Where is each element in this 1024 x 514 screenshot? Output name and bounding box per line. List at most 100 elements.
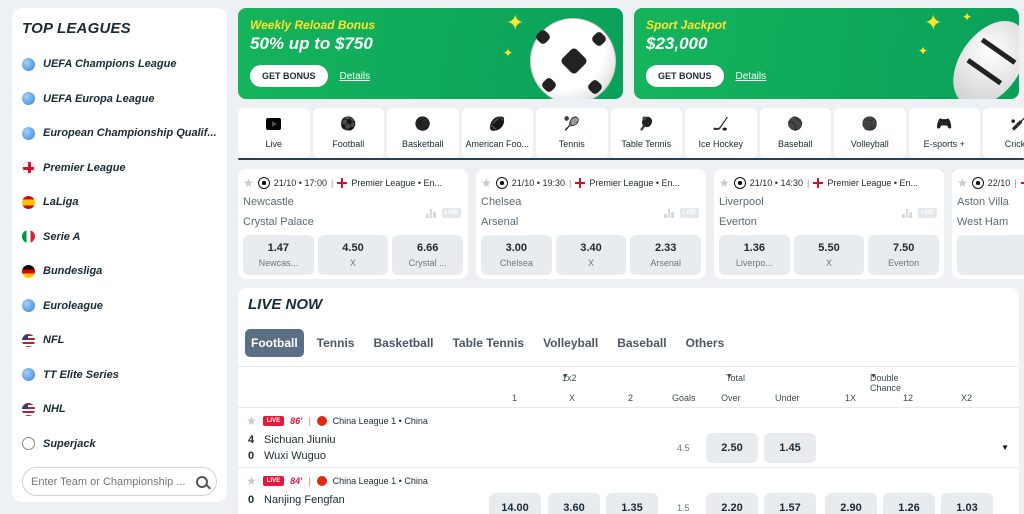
odds-label: X	[826, 258, 833, 268]
live-match-row[interactable]: ★ LIVE 86' | China League 1 • China 4 Sichuan …	[238, 408, 1019, 468]
england-flag-icon	[337, 178, 348, 188]
league-item[interactable]: Euroleague	[22, 289, 217, 324]
sport-tab[interactable]: 🏈 American Foo...	[461, 108, 533, 158]
live-tab[interactable]: Football	[245, 329, 304, 357]
sparkle-icon: ✦	[924, 10, 943, 35]
odds-button[interactable]: 5.50 X	[793, 235, 865, 275]
odds-button[interactable]: 1.95Aston V...	[957, 235, 1024, 275]
sport-label: American Foo...	[465, 139, 530, 149]
favorite-star-icon[interactable]: ★	[719, 176, 730, 190]
odds-button[interactable]: 3.00 Chelsea	[481, 235, 552, 275]
live-tab[interactable]: Baseball	[611, 329, 672, 357]
league-label: TT Elite Series	[43, 368, 119, 381]
match-date: 22/10	[987, 178, 1011, 188]
odds-button[interactable]: 3.60	[548, 493, 600, 514]
globe-icon	[22, 368, 35, 382]
globe-icon	[22, 126, 35, 140]
sport-tab[interactable]: 🏐 Volleyball	[834, 108, 906, 158]
sidebar: TOP LEAGUES UEFA Champions League UEFA Eu…	[12, 8, 227, 502]
odds-button[interactable]: 1.35	[606, 493, 658, 514]
sport-tab[interactable]: 🏏 Cricket	[983, 108, 1024, 158]
league-item[interactable]: UEFA Europa League	[22, 82, 217, 117]
hockey-icon: 🏒	[712, 116, 729, 131]
sport-tab[interactable]: 🏒 Ice Hockey	[685, 108, 757, 158]
col-x2: X2	[961, 393, 973, 403]
odds-button[interactable]: 3.40 X	[555, 235, 627, 275]
live-tab[interactable]: Table Tennis	[446, 329, 530, 357]
league-item[interactable]: NFL	[22, 323, 217, 358]
sport-tab[interactable]: 🏓 Table Tennis	[610, 108, 682, 158]
match-card[interactable]: ★ 22/10| Aston Villa West Ham 1.95Aston V...	[952, 169, 1024, 279]
league-label: NFL	[43, 334, 65, 347]
favorite-star-icon[interactable]: ★	[481, 176, 492, 190]
flag-icon	[22, 264, 35, 278]
odds-button[interactable]: 2.50	[706, 433, 758, 463]
league-item[interactable]: NHL	[22, 392, 217, 427]
league-item[interactable]: Superjack	[22, 427, 217, 462]
live-tab[interactable]: Tennis	[311, 329, 361, 357]
odds-button[interactable]: 14.00	[489, 493, 541, 514]
odds-button[interactable]: 2.33 Arsenal	[630, 235, 702, 275]
league-item[interactable]: European Championship Qualif...	[22, 116, 217, 151]
odds-button[interactable]: 7.50 Everton	[868, 235, 940, 275]
sports-nav-scrollbar[interactable]	[238, 158, 1024, 160]
search-input[interactable]	[31, 475, 196, 488]
match-card[interactable]: ★ 21/10 • 14:30 | Premier League • En... Liv…	[714, 169, 944, 279]
league-item[interactable]: LaLiga	[22, 185, 217, 220]
league-item[interactable]: Serie A	[22, 220, 217, 255]
soccer-ball-icon	[530, 18, 616, 99]
odds-button[interactable]: 4.50 X	[317, 235, 389, 275]
odds-button[interactable]: 1.45	[764, 433, 816, 463]
sport-tab[interactable]: Live	[238, 108, 310, 158]
league-item[interactable]: TT Elite Series	[22, 358, 217, 393]
stats-icon[interactable]	[664, 209, 675, 218]
stats-icon[interactable]	[426, 209, 437, 218]
sport-tab[interactable]: ⚽ Football	[312, 108, 384, 158]
favorite-star-icon[interactable]: ★	[246, 474, 257, 488]
search-icon[interactable]	[196, 475, 208, 488]
odds-button[interactable]: 1.36 Liverpo...	[719, 235, 790, 275]
stats-icon[interactable]	[902, 209, 913, 218]
details-link[interactable]: Details	[736, 71, 767, 82]
sport-tab[interactable]: 🎮 E-sports +	[908, 108, 980, 158]
odds-button[interactable]: 1.03	[941, 493, 993, 514]
live-match-row[interactable]: ★ LIVE 84' | China League 1 • China 0 Nanjing …	[238, 468, 1019, 514]
sport-tab[interactable]: ⚾ Baseball	[759, 108, 831, 158]
flag-icon	[22, 437, 35, 451]
search-box[interactable]	[22, 467, 217, 496]
sport-label: Basketball	[401, 139, 444, 149]
baseball-icon: ⚾	[787, 116, 804, 131]
cricket-icon: 🏏	[1010, 116, 1024, 131]
expand-chevron-icon[interactable]: ▼	[1001, 443, 1009, 452]
match-card[interactable]: ★ 21/10 • 17:00 | Premier League • En... New…	[238, 169, 468, 279]
league-item[interactable]: Premier League	[22, 151, 217, 186]
get-bonus-button[interactable]: GET BONUS	[646, 65, 724, 87]
live-sport-tabs: Football Tennis Basketball Table Tennis Voll…	[245, 329, 730, 357]
league-item[interactable]: UEFA Champions League	[22, 47, 217, 82]
odds-label: Liverpo...	[735, 258, 773, 268]
league-item[interactable]: Bundesliga	[22, 254, 217, 289]
live-tab[interactable]: Basketball	[367, 329, 439, 357]
live-now-panel: LIVE NOW Football Tennis Basketball Table T…	[238, 288, 1019, 514]
live-tab[interactable]: Others	[680, 329, 731, 357]
favorite-star-icon[interactable]: ★	[243, 176, 254, 190]
match-card[interactable]: ★ 21/10 • 19:30 | Premier League • En... Che…	[476, 169, 706, 279]
live-tab[interactable]: Volleyball	[537, 329, 604, 357]
odds-button[interactable]: 1.26	[883, 493, 935, 514]
odds-button[interactable]: 2.90	[825, 493, 877, 514]
favorite-star-icon[interactable]: ★	[246, 414, 257, 428]
sport-tab[interactable]: 🏀 Basketball	[387, 108, 459, 158]
sport-label: E-sports +	[923, 139, 965, 149]
sport-label: Live	[265, 139, 282, 149]
details-link[interactable]: Details	[340, 71, 371, 82]
get-bonus-button[interactable]: GET BONUS	[250, 65, 328, 87]
odds-button[interactable]: 1.47 Newcas...	[243, 235, 314, 275]
separator: |	[330, 178, 334, 188]
favorite-star-icon[interactable]: ★	[957, 176, 968, 190]
odds-button[interactable]: 1.57	[764, 493, 816, 514]
odds-label: Arsenal	[650, 258, 681, 268]
odds-button[interactable]: 6.66 Crystal ...	[392, 235, 464, 275]
sport-tab[interactable]: 🎾 Tennis	[536, 108, 608, 158]
sparkle-icon: ✦	[918, 44, 929, 58]
odds-button[interactable]: 2.20	[706, 493, 758, 514]
